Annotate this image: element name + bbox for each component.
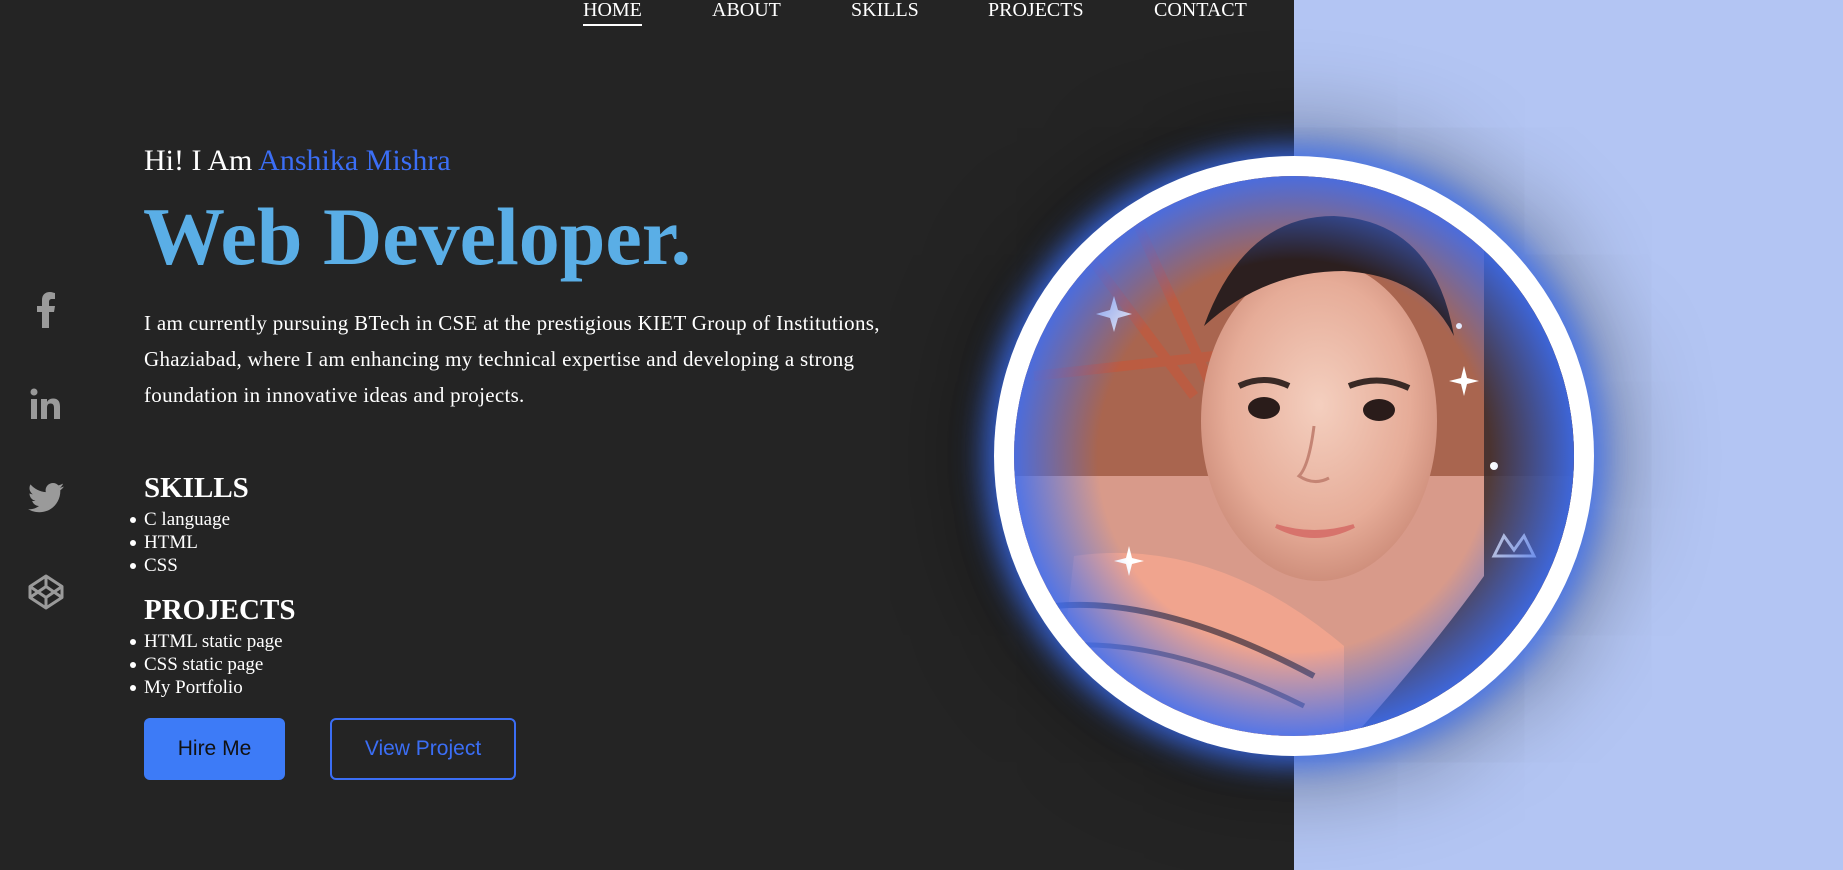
nav-home-link[interactable]: HOME: [583, 0, 642, 26]
greeting: Hi! I Am Anshika Mishra: [144, 144, 451, 178]
nav-about-link[interactable]: ABOUT: [712, 0, 781, 22]
list-item: CSS: [129, 554, 230, 577]
nav-contact-link[interactable]: CONTACT: [1154, 0, 1247, 22]
twitter-icon[interactable]: [26, 478, 66, 518]
skills-heading: SKILLS: [144, 472, 249, 504]
list-item: CSS static page: [130, 653, 283, 676]
profile-photo-frame: [994, 156, 1594, 756]
intro-paragraph: I am currently pursuing BTech in CSE at …: [144, 311, 880, 407]
facebook-icon[interactable]: [26, 290, 66, 330]
hire-me-button[interactable]: Hire Me: [144, 718, 285, 780]
profile-photo: [1014, 176, 1574, 736]
list-item: HTML: [129, 531, 230, 554]
projects-heading: PROJECTS: [144, 594, 296, 626]
skills-list: C language HTML CSS: [129, 508, 231, 577]
linkedin-icon[interactable]: [26, 384, 66, 424]
role-title: Web Developer.: [143, 191, 692, 282]
codepen-icon[interactable]: [26, 572, 66, 612]
projects-list: HTML static page CSS static page My Port…: [130, 630, 283, 699]
view-project-button[interactable]: View Project: [330, 718, 516, 780]
person-name: Anshika Mishra: [258, 144, 451, 177]
portrait-illustration: [1014, 176, 1574, 736]
nav-skills-link[interactable]: SKILLS: [851, 0, 919, 22]
list-item: C language: [129, 509, 231, 530]
top-navigation: HOME ABOUT SKILLS PROJECTS CONTACT: [0, 0, 1294, 40]
list-item: My Portfolio: [130, 676, 283, 699]
greeting-text: Hi! I Am: [144, 144, 259, 177]
list-item: HTML static page: [130, 631, 283, 652]
nav-projects-link[interactable]: PROJECTS: [988, 0, 1084, 22]
